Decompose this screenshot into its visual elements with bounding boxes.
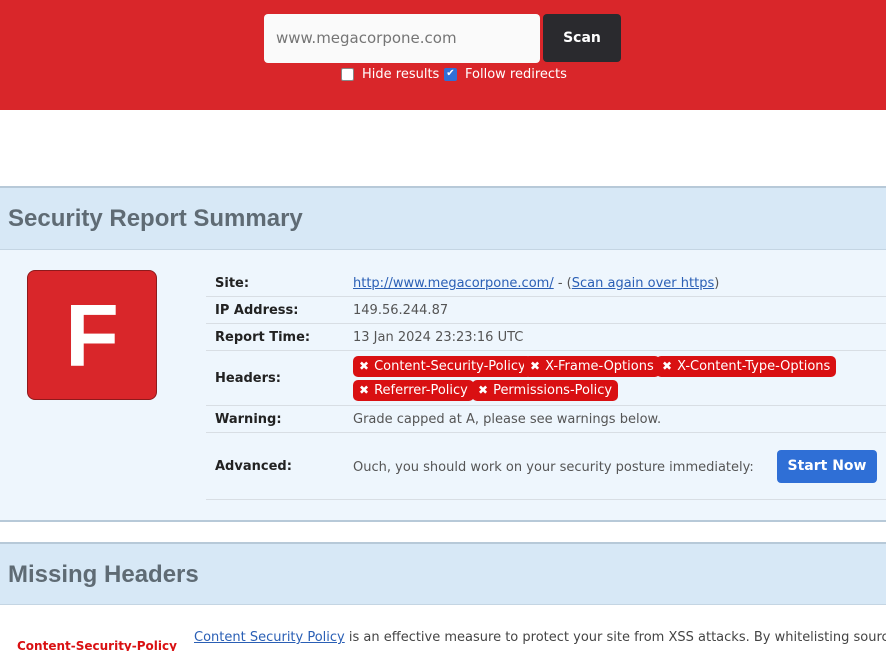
missing-header-description-text: is an effective measure to protect your … bbox=[344, 630, 886, 645]
x-icon: ✖ bbox=[662, 359, 673, 373]
header-badge-label: Referrer-Policy bbox=[374, 383, 468, 398]
summary-title: Security Report Summary bbox=[8, 205, 303, 232]
header-badge[interactable]: ✖ Referrer-Policy bbox=[353, 380, 474, 401]
follow-redirects-checkbox[interactable]: ✔ bbox=[444, 67, 457, 81]
header-badge-label: Content-Security-Policy bbox=[374, 359, 526, 374]
advanced-label: Advanced: bbox=[215, 459, 292, 474]
header-badge-label: X-Frame-Options bbox=[545, 359, 654, 374]
grade-badge: F bbox=[27, 270, 157, 400]
time-label: Report Time: bbox=[215, 330, 311, 345]
start-now-button[interactable]: Start Now bbox=[777, 450, 877, 483]
x-icon: ✖ bbox=[478, 383, 489, 397]
ip-label: IP Address: bbox=[215, 303, 299, 318]
header-badge[interactable]: ✖ X-Content-Type-Options bbox=[656, 356, 837, 377]
header-badge[interactable]: ✖ Permissions-Policy bbox=[472, 380, 619, 401]
site-separator: - ( bbox=[553, 276, 572, 291]
warning-value: Grade capped at A, please see warnings b… bbox=[353, 412, 662, 427]
header-badge-label: X-Content-Type-Options bbox=[677, 359, 831, 374]
header-badge[interactable]: ✖ X-Frame-Options bbox=[524, 356, 660, 377]
rescan-https-link[interactable]: Scan again over https bbox=[572, 276, 715, 291]
site-link[interactable]: http://www.megacorpone.com/ bbox=[353, 276, 554, 291]
csp-doc-link[interactable]: Content Security Policy bbox=[194, 630, 345, 645]
follow-redirects-label: Follow redirects bbox=[465, 66, 567, 82]
check-icon: ✔ bbox=[446, 68, 455, 79]
warning-label: Warning: bbox=[215, 412, 282, 427]
headers-label: Headers: bbox=[215, 371, 281, 386]
site-label: Site: bbox=[215, 276, 250, 291]
advanced-value: Ouch, you should work on your security p… bbox=[353, 460, 754, 475]
site-value: http://www.megacorpone.com/ - (Scan agai… bbox=[353, 276, 719, 291]
hide-results-checkbox[interactable] bbox=[341, 67, 354, 81]
time-value: 13 Jan 2024 23:23:16 UTC bbox=[353, 330, 524, 345]
x-icon: ✖ bbox=[530, 359, 541, 373]
site-row: Site: http://www.megacorpone.com/ - (Sca… bbox=[206, 270, 886, 297]
scan-button[interactable]: Scan bbox=[543, 14, 621, 62]
x-icon: ✖ bbox=[359, 359, 370, 373]
header-badge[interactable]: ✖ Content-Security-Policy bbox=[353, 356, 532, 377]
url-input[interactable] bbox=[264, 14, 540, 63]
missing-header-description: Content Security Policy is an effective … bbox=[194, 630, 886, 645]
time-row: Report Time: 13 Jan 2024 23:23:16 UTC bbox=[206, 324, 886, 351]
hide-results-option[interactable]: Hide results bbox=[341, 66, 439, 82]
missing-header-name: Content-Security-Policy bbox=[17, 639, 177, 651]
hide-results-label: Hide results bbox=[362, 66, 440, 82]
missing-headers-title: Missing Headers bbox=[8, 561, 199, 588]
ip-row: IP Address: 149.56.244.87 bbox=[206, 297, 886, 324]
warning-row: Warning: Grade capped at A, please see w… bbox=[206, 406, 886, 433]
follow-redirects-option[interactable]: ✔ Follow redirects bbox=[444, 66, 567, 82]
x-icon: ✖ bbox=[359, 383, 370, 397]
missing-headers-section-header: Missing Headers bbox=[0, 542, 886, 605]
site-close: ) bbox=[714, 276, 720, 291]
ip-value: 149.56.244.87 bbox=[353, 303, 449, 318]
summary-section-header: Security Report Summary bbox=[0, 186, 886, 250]
header-badge-label: Permissions-Policy bbox=[493, 383, 613, 398]
